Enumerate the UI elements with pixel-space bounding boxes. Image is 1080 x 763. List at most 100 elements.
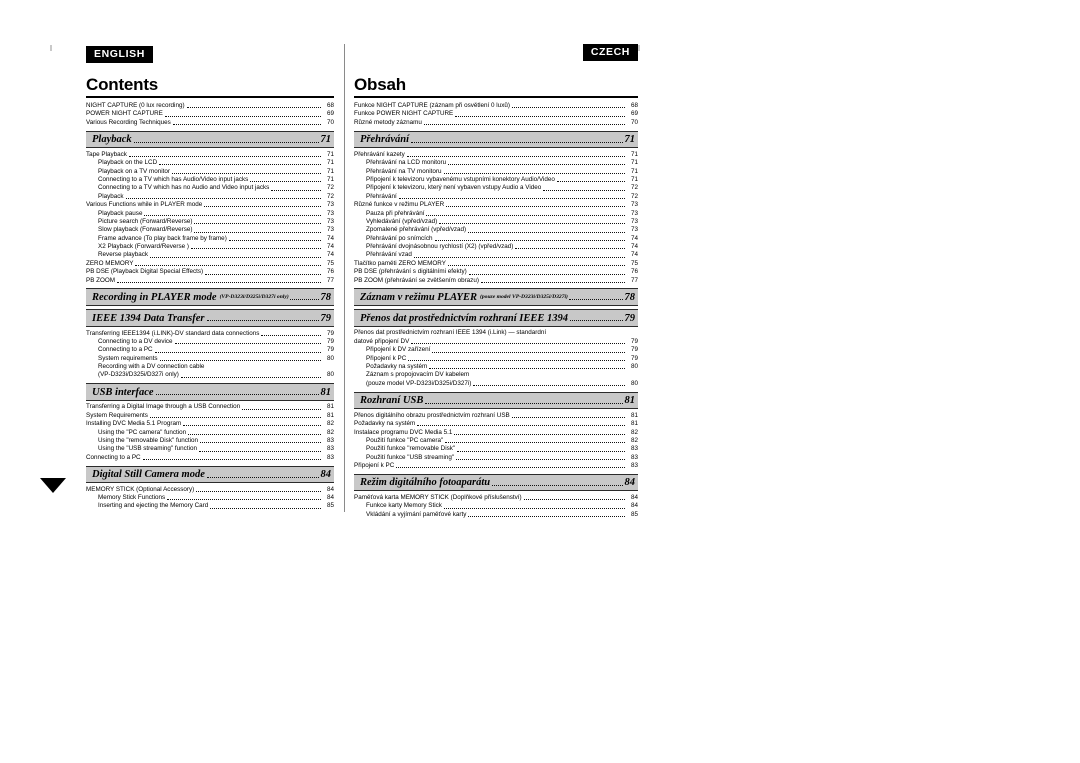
toc-entry-label: Playback pause [98, 209, 143, 217]
toc-entry[interactable]: datové připojení DV 79 [354, 338, 638, 346]
toc-section-title: Záznam v režimu PLAYER [360, 291, 477, 303]
toc-entry[interactable]: Připojení k PC 83 [354, 462, 638, 470]
toc-entry-label: datové připojení DV [354, 337, 410, 345]
toc-entry-label: Funkce POWER NIGHT CAPTURE [354, 110, 454, 118]
toc-entry[interactable]: Použití funkce "PC camera" 82 [354, 437, 638, 445]
toc-entry[interactable]: Různé funkce v režimu PLAYER 73 [354, 201, 638, 209]
toc-entry[interactable]: Transferring a Digital Image through a U… [86, 403, 334, 411]
toc-entry[interactable]: Použití funkce "USB streaming" 83 [354, 454, 638, 462]
toc-entry[interactable]: PB ZOOM (přehrávání se zvětšením obrazu)… [354, 277, 638, 285]
toc-section-bar[interactable]: Rozhraní USB 81 [354, 391, 638, 410]
toc-entry[interactable]: Playback 72 [86, 193, 334, 201]
english-language-tag-row: ENGLISH [86, 44, 334, 66]
toc-entry[interactable]: Installing DVC Media 5.1 Program 82 [86, 420, 334, 428]
leader-dots [492, 484, 623, 486]
toc-entry[interactable]: Using the "USB streaming" function 83 [86, 445, 334, 453]
toc-entry-label: Installing DVC Media 5.1 Program [86, 420, 182, 428]
leader-dots [117, 281, 321, 283]
toc-entry[interactable]: Using the "removable Disk" function 83 [86, 437, 334, 445]
toc-entry-page: 85 [630, 510, 638, 518]
toc-entry[interactable]: Memory Stick Functions 84 [86, 494, 334, 502]
toc-entry[interactable]: Použití funkce "removable Disk" 83 [354, 445, 638, 453]
toc-entry[interactable]: Požadavky na systém 81 [354, 420, 638, 428]
toc-entry[interactable]: Požadavky na systém 80 [354, 363, 638, 371]
toc-entry[interactable]: Vyhledávání (vpřed/vzad) 73 [354, 218, 638, 226]
toc-section-bar[interactable]: USB interface 81 [86, 383, 334, 401]
toc-entry[interactable]: Paměťová karta MEMORY STICK (Doplňkové p… [354, 494, 638, 502]
toc-entry[interactable]: System requirements 80 [86, 355, 334, 363]
leader-dots [191, 247, 321, 250]
toc-entry[interactable]: Zpomalené přehrávání (vpřed/vzad) 73 [354, 226, 638, 234]
toc-entry[interactable]: System Requirements 81 [86, 412, 334, 420]
toc-entry[interactable]: Přenos digitálního obrazu prostřednictví… [354, 412, 638, 420]
toc-entry[interactable]: ZERO MEMORY 75 [86, 260, 334, 268]
toc-entry[interactable]: Přehrávání 72 [354, 193, 638, 201]
toc-section-bar[interactable]: Recording in PLAYER mode (VP-D323i/D325i/… [86, 288, 334, 306]
toc-section-bar[interactable]: Přenos dat prostřednictvím rozhraní IEEE… [354, 309, 638, 327]
toc-entry[interactable]: Přehrávání vzad 74 [354, 251, 638, 259]
toc-section-bar[interactable]: IEEE 1394 Data Transfer 79 [86, 309, 334, 327]
toc-section-bar[interactable]: Přehrávání 71 [354, 130, 638, 149]
toc-section-bar[interactable]: Režim digitálního fotoaparátu 84 [354, 473, 638, 492]
toc-entry[interactable]: Přehrávání kazety 71 [354, 151, 638, 159]
toc-entry[interactable]: POWER NIGHT CAPTURE 69 [86, 110, 334, 118]
toc-entry[interactable]: Instalace programu DVC Media 5.1 82 [354, 428, 638, 436]
toc-entry[interactable]: NIGHT CAPTURE (0 lux recording) 68 [86, 102, 334, 110]
toc-entry[interactable]: Frame advance (To play back frame by fra… [86, 235, 334, 243]
toc-entry[interactable]: Connecting to a TV which has Audio/Video… [86, 176, 334, 184]
toc-entry[interactable]: Připojení k televizoru vybavenému vstupn… [354, 176, 638, 184]
toc-entry[interactable]: Různé metody záznamu 70 [354, 119, 638, 127]
toc-entry[interactable]: Přehrávání na LCD monitoru 71 [354, 159, 638, 167]
toc-entry-page: 71 [326, 175, 334, 183]
toc-entry[interactable]: Reverse playback 74 [86, 251, 334, 259]
toc-section-bar[interactable]: Digital Still Camera mode 84 [86, 465, 334, 483]
toc-entry[interactable]: Připojení k DV zařízení 79 [354, 346, 638, 354]
toc-section-bar[interactable]: Záznam v režimu PLAYER (pouze model VP-D3… [354, 288, 638, 306]
toc-entry[interactable]: Přehrávání po snímcích 74 [354, 235, 638, 243]
toc-entry[interactable]: Tape Playback 71 [86, 151, 334, 159]
toc-entry[interactable]: Various Recording Techniques 70 [86, 119, 334, 127]
toc-entry[interactable]: Připojení k PC 79 [354, 355, 638, 363]
toc-entry[interactable]: Connecting to a PC 83 [86, 454, 334, 462]
toc-section-bar[interactable]: Playback 71 [86, 130, 334, 149]
toc-entry[interactable]: (VP-D323i/D325i/D327i only) 80 [86, 371, 334, 379]
language-tag-english: ENGLISH [86, 46, 153, 63]
leader-dots [154, 351, 321, 353]
toc-entry[interactable]: Přehrávání na TV monitoru 71 [354, 167, 638, 175]
toc-entry-page: 77 [630, 276, 638, 284]
toc-entry[interactable]: Funkce NIGHT CAPTURE (záznam při osvětle… [354, 102, 638, 110]
toc-entry[interactable]: Připojení k televizoru, který není vybav… [354, 184, 638, 192]
toc-entry[interactable]: Connecting to a DV device 79 [86, 338, 334, 346]
toc-section-page: 84 [624, 477, 636, 489]
toc-entry-label: Přenos digitálního obrazu prostřednictví… [354, 411, 510, 419]
toc-entry[interactable]: PB ZOOM 77 [86, 277, 334, 285]
toc-entry[interactable]: Funkce karty Memory Stick 84 [354, 502, 638, 510]
toc-entry[interactable]: Connecting to a TV which has no Audio an… [86, 184, 334, 192]
toc-entry-page: 70 [326, 118, 334, 126]
toc-entry[interactable]: Inserting and ejecting the Memory Card 85 [86, 502, 334, 510]
leader-dots [429, 367, 625, 370]
toc-entry[interactable]: Picture search (Forward/Reverse) 73 [86, 218, 334, 226]
toc-entry[interactable]: Playback pause 73 [86, 209, 334, 217]
toc-entry-page: 76 [326, 268, 334, 276]
toc-entry[interactable]: Various Functions while in PLAYER mode 73 [86, 201, 334, 209]
toc-entry[interactable]: Using the "PC camera" function 82 [86, 428, 334, 436]
toc-entry[interactable]: Connecting to a PC 79 [86, 346, 334, 354]
toc-entry-page: 83 [630, 445, 638, 453]
toc-entry[interactable]: Slow playback (Forward/Reverse) 73 [86, 226, 334, 234]
toc-entry[interactable]: Funkce POWER NIGHT CAPTURE 69 [354, 110, 638, 118]
toc-entry[interactable]: X2 Playback (Forward/Reverse ) 74 [86, 243, 334, 251]
leader-dots [242, 408, 321, 410]
toc-entry[interactable]: Tlačítko paměti ZERO MEMORY 75 [354, 260, 638, 268]
toc-entry[interactable]: (pouze model VP-D323i/D325i/D327i) 80 [354, 380, 638, 388]
toc-entry[interactable]: Transferring IEEE1394 (i.LINK)-DV standa… [86, 329, 334, 337]
toc-entry[interactable]: Pauza při přehrávání 73 [354, 209, 638, 217]
toc-entry[interactable]: Playback on a TV monitor 71 [86, 167, 334, 175]
toc-entry[interactable]: PB DSE (Playback Digital Special Effects… [86, 268, 334, 276]
toc-entry[interactable]: Přehrávání dvojnásobnou rychlostí (X2) (… [354, 243, 638, 251]
toc-entry[interactable]: Vkládání a vyjímání paměťové karty 85 [354, 511, 638, 519]
toc-entry[interactable]: PB DSE (přehrávání s digitálními efekty)… [354, 268, 638, 276]
toc-entry[interactable]: Playback on the LCD 71 [86, 159, 334, 167]
toc-entry[interactable]: MEMORY STICK (Optional Accessory) 84 [86, 486, 334, 494]
leader-dots [172, 123, 321, 126]
